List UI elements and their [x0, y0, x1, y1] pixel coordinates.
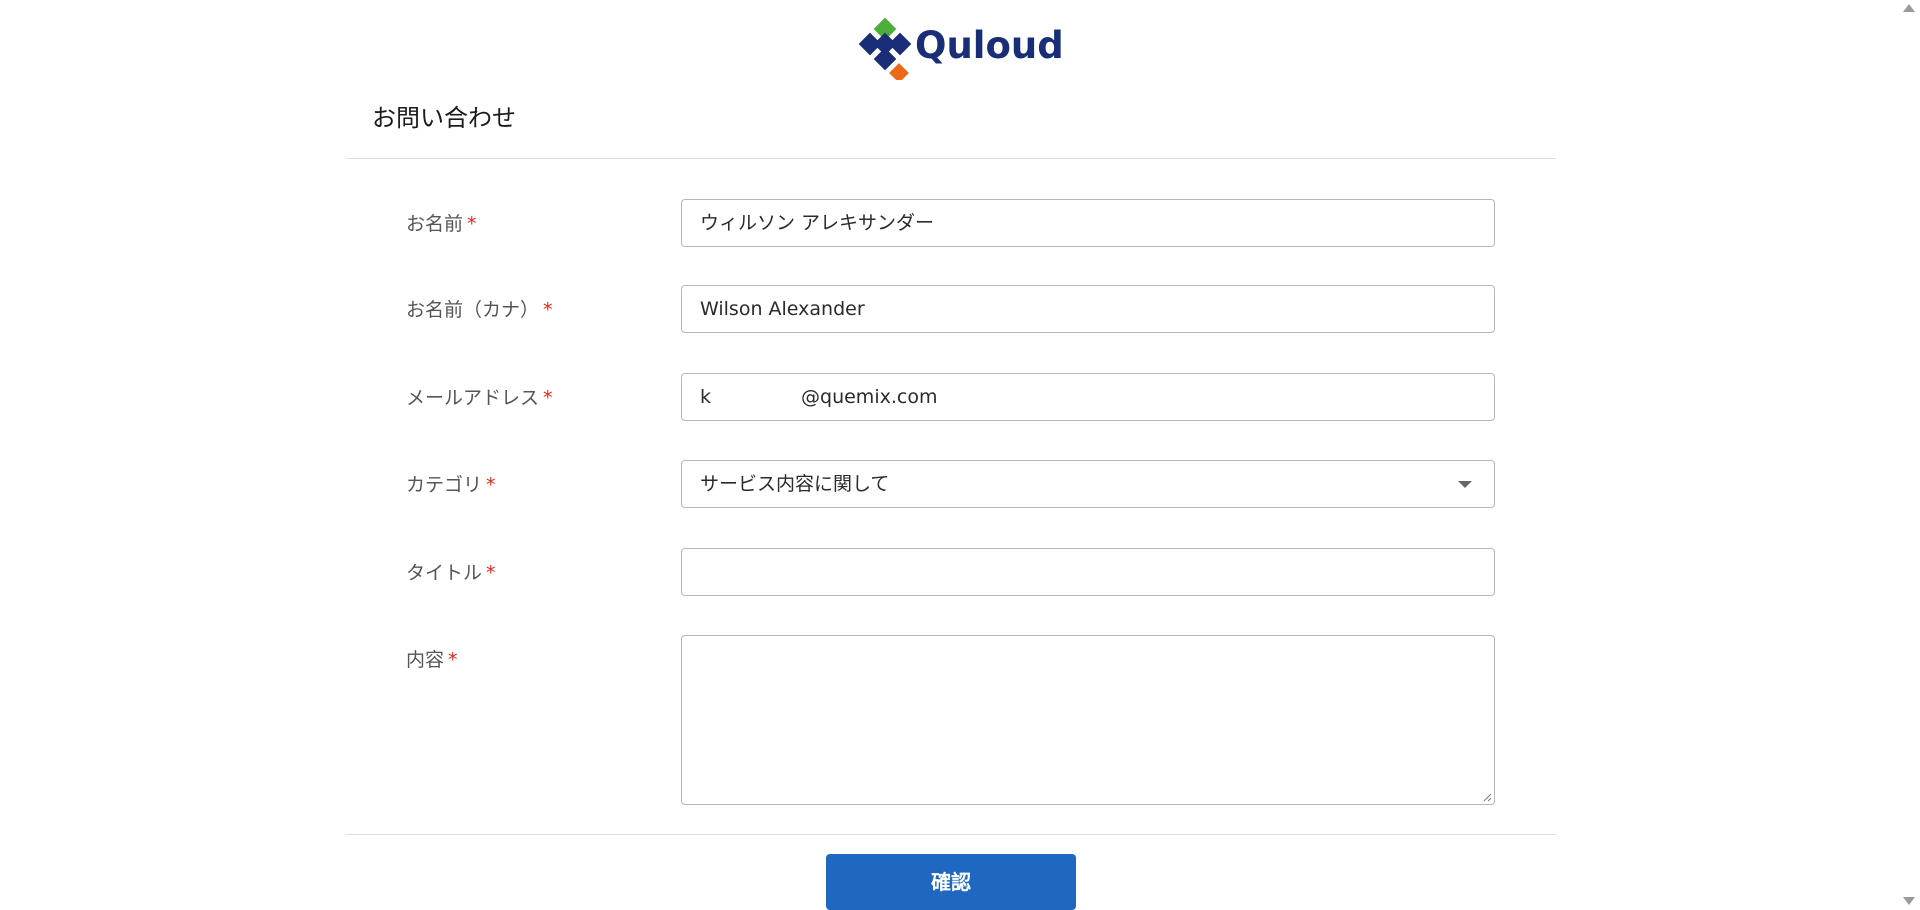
name-kana-input-value: Wilson Alexander — [700, 298, 865, 320]
name-kana-label-text: お名前（カナ） — [406, 299, 540, 321]
name-label-text: お名前 — [406, 213, 464, 235]
email-input-value: @quemix.com — [801, 386, 938, 408]
required-mark: * — [448, 649, 458, 671]
email-input[interactable]: k @quemix.com — [681, 373, 1495, 421]
required-mark: * — [486, 562, 496, 584]
category-select-value: サービス内容に関して — [700, 473, 890, 495]
required-mark: * — [543, 387, 553, 409]
resize-handle-icon[interactable] — [1482, 792, 1492, 802]
category-label: カテゴリ * — [406, 472, 496, 498]
title-input[interactable] — [681, 548, 1495, 596]
category-select[interactable]: サービス内容に関して — [681, 460, 1495, 508]
header-divider — [346, 158, 1556, 159]
content-textarea[interactable] — [681, 635, 1495, 805]
name-input-value: ウィルソン アレキサンダー — [700, 212, 935, 234]
chevron-down-icon[interactable] — [1458, 481, 1472, 488]
name-input[interactable]: ウィルソン アレキサンダー — [681, 199, 1495, 247]
confirm-button[interactable]: 確認 — [826, 854, 1076, 910]
footer-divider — [346, 834, 1556, 835]
email-input-value-prefix: k — [700, 386, 712, 408]
scroll-up-arrow-icon[interactable] — [1903, 4, 1915, 12]
contact-form-card: お問い合わせ お名前 * ウィルソン アレキサンダー お名前（カナ） * Wilso… — [346, 80, 1556, 910]
required-mark: * — [486, 474, 496, 496]
name-kana-input[interactable]: Wilson Alexander — [681, 285, 1495, 333]
required-mark: * — [467, 213, 477, 235]
required-mark: * — [543, 299, 553, 321]
contact-page: Quloud お問い合わせ お名前 * ウィルソン アレキサンダー お名前（カナ）… — [0, 0, 1920, 910]
title-label-text: タイトル — [406, 562, 483, 584]
name-label: お名前 * — [406, 211, 477, 237]
quloud-logo: Quloud — [855, 16, 1064, 83]
quloud-logo-mark-icon — [858, 17, 912, 83]
scroll-down-arrow-icon[interactable] — [1903, 897, 1915, 905]
content-label-text: 内容 — [406, 649, 445, 671]
email-label-text: メールアドレス — [406, 387, 540, 409]
logo-wordmark: Quloud — [915, 24, 1064, 67]
page-title: お問い合わせ — [372, 104, 516, 132]
content-label: 内容 * — [406, 647, 458, 673]
redaction-mask — [711, 374, 802, 420]
title-label: タイトル * — [406, 560, 496, 586]
category-label-text: カテゴリ — [406, 474, 483, 496]
vertical-scrollbar[interactable] — [1900, 0, 1920, 910]
name-kana-label: お名前（カナ） * — [406, 297, 553, 323]
email-label: メールアドレス * — [406, 385, 553, 411]
